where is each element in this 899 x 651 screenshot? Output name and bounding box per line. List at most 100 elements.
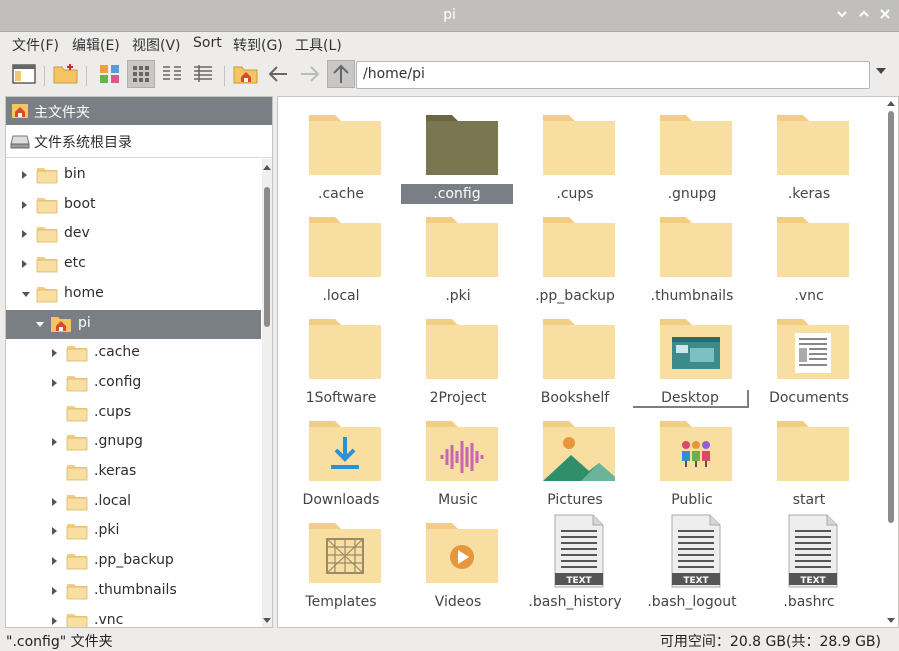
tree-item[interactable]: home (6, 280, 261, 309)
menu-file[interactable]: 文件(F) (12, 35, 59, 55)
tree-item[interactable]: .local (6, 488, 261, 517)
file-manager-window: pi 文件(F) 编辑(E) 视图(V) Sort 转到(G) 工具(L) /h… (0, 0, 899, 651)
scrollbar-thumb[interactable] (264, 187, 270, 327)
tree-item[interactable]: dev (6, 220, 261, 249)
scrollbar-thumb[interactable] (888, 111, 894, 523)
menu-sort[interactable]: Sort (193, 35, 222, 51)
file-item[interactable]: .cache (283, 103, 399, 203)
file-view[interactable]: .cache .config .cups .gnupg .keras .local .pki… (277, 96, 899, 628)
folder-icon (307, 315, 383, 381)
tree-item[interactable]: .cache (6, 339, 261, 368)
new-tab-icon[interactable] (52, 60, 80, 88)
file-name: .cache (318, 186, 364, 202)
tree-scrollbar[interactable] (262, 159, 272, 627)
tree-item[interactable]: .gnupg (6, 428, 261, 457)
menu-edit[interactable]: 编辑(E) (72, 35, 120, 55)
tree-item[interactable]: boot (6, 191, 261, 220)
file-item[interactable]: .cups (517, 103, 633, 203)
expand-icon[interactable] (22, 260, 27, 269)
file-item[interactable]: 2Project (400, 307, 516, 407)
file-name: Music (438, 492, 478, 508)
file-item[interactable]: Videos (400, 511, 516, 611)
path-dropdown-icon[interactable] (876, 68, 886, 74)
tree-item[interactable]: etc (6, 250, 261, 279)
scroll-up-icon[interactable] (887, 101, 895, 106)
file-item[interactable]: .thumbnails (634, 205, 750, 305)
scroll-down-icon[interactable] (263, 618, 271, 623)
file-item[interactable]: .pki (400, 205, 516, 305)
scroll-up-icon[interactable] (263, 165, 271, 170)
tree-item[interactable]: .pki (6, 517, 261, 546)
file-item[interactable]: Documents (751, 307, 867, 407)
file-item[interactable]: Bookshelf (517, 307, 633, 407)
file-item[interactable]: 1Software (283, 307, 399, 407)
close-icon[interactable] (877, 8, 893, 24)
up-icon[interactable] (327, 60, 355, 88)
tree-item[interactable]: .pp_backup (6, 547, 261, 576)
file-item[interactable]: start (751, 409, 867, 509)
file-item[interactable]: .pp_backup (517, 205, 633, 305)
menu-go[interactable]: 转到(G) (233, 35, 283, 55)
file-item[interactable]: .gnupg (634, 103, 750, 203)
expand-icon[interactable] (22, 171, 27, 179)
folder-icon (66, 612, 88, 627)
view-list-icon[interactable] (189, 60, 217, 88)
tree-item[interactable]: .cups (6, 399, 261, 428)
back-icon[interactable] (264, 60, 292, 88)
menu-view[interactable]: 视图(V) (132, 35, 181, 55)
file-item[interactable]: .config (400, 103, 516, 204)
tree-item[interactable]: bin (6, 161, 261, 190)
expand-icon[interactable] (52, 497, 57, 506)
file-item[interactable]: TEXT .bashrc (751, 511, 867, 611)
scroll-down-icon[interactable] (887, 618, 895, 623)
expand-icon[interactable] (52, 349, 57, 358)
file-item[interactable]: Pictures (517, 409, 633, 509)
tree-item[interactable]: .config (6, 369, 261, 398)
file-item[interactable]: TEXT .bash_logout (634, 511, 750, 611)
minimize-icon[interactable] (834, 8, 850, 24)
expand-icon[interactable] (52, 586, 57, 595)
path-input[interactable]: /home/pi (356, 61, 870, 89)
directory-tree[interactable]: bin boot dev etc home pi .cache .config .cups .gn… (6, 159, 261, 627)
expand-icon[interactable] (52, 527, 57, 536)
maximize-icon[interactable] (856, 8, 872, 24)
view-compact-icon[interactable] (158, 60, 186, 88)
home-folder-icon[interactable] (232, 60, 260, 88)
file-name: .keras (787, 186, 831, 202)
expand-icon[interactable] (22, 230, 27, 239)
file-name: .thumbnails (650, 288, 734, 304)
place-root[interactable]: 文件系统根目录 (6, 126, 272, 158)
status-bar: ".config" 文件夹 可用空间：20.8 GB(共：28.9 GB) (0, 628, 899, 651)
tree-item[interactable]: .vnc (6, 607, 261, 627)
file-item[interactable]: Public (634, 409, 750, 509)
collapse-icon[interactable] (22, 291, 30, 297)
folder-icon (541, 111, 617, 177)
file-item[interactable]: Music (400, 409, 516, 509)
expand-icon[interactable] (52, 616, 57, 625)
menu-tools[interactable]: 工具(L) (295, 35, 342, 55)
tree-item[interactable]: .thumbnails (6, 577, 261, 606)
expand-icon[interactable] (52, 378, 57, 387)
forward-icon[interactable] (296, 60, 324, 88)
file-item[interactable]: .local (283, 205, 399, 305)
expand-icon[interactable] (22, 200, 27, 209)
file-item[interactable]: TEXT .bash_history (517, 511, 633, 611)
expand-icon[interactable] (52, 438, 57, 447)
folder-icon (36, 255, 58, 273)
view-thumbnail-icon[interactable] (96, 60, 124, 88)
view-icons-icon[interactable] (127, 60, 155, 88)
new-window-icon[interactable] (10, 60, 38, 88)
file-view-scrollbar[interactable] (885, 97, 898, 627)
place-home[interactable]: 主文件夹 (6, 97, 272, 125)
file-item[interactable]: Templates (283, 511, 399, 611)
file-item[interactable]: Downloads (283, 409, 399, 509)
collapse-icon[interactable] (36, 321, 44, 327)
title-bar[interactable]: pi (0, 0, 899, 32)
tree-item[interactable]: .keras (6, 458, 261, 487)
file-item[interactable]: Desktop (633, 307, 750, 408)
expand-icon[interactable] (52, 557, 57, 566)
tree-item[interactable]: pi (6, 309, 261, 339)
folder-icon (775, 417, 851, 483)
file-item[interactable]: .keras (751, 103, 867, 203)
file-item[interactable]: .vnc (751, 205, 867, 305)
